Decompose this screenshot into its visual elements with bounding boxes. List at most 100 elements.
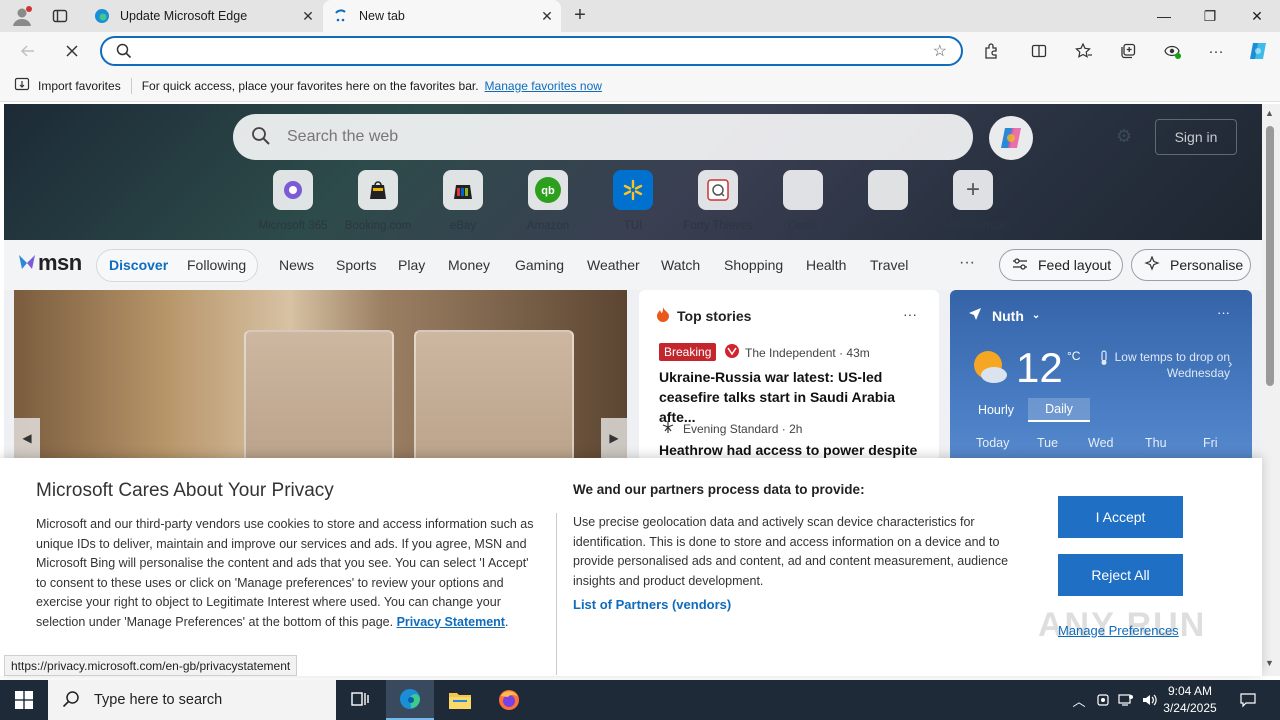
carousel-next-button[interactable]: ▶ [601, 418, 627, 458]
story-headline[interactable]: Ukraine-Russia war latest: US-led ceasef… [659, 367, 921, 427]
nav-more-button[interactable]: ··· [959, 254, 975, 272]
ebay-icon [443, 170, 483, 210]
shortcut-label: Add shortcut [940, 220, 1006, 232]
shortcut-forty-thieves[interactable]: Forty Thieves [673, 170, 763, 232]
browser-essentials-icon[interactable] [1159, 39, 1185, 63]
divider [556, 513, 557, 675]
more-menu-icon[interactable]: ··· [1203, 39, 1229, 63]
scroll-down-icon[interactable]: ▼ [1265, 658, 1274, 668]
nav-money[interactable]: Money [448, 257, 490, 273]
minimize-button[interactable]: — [1141, 0, 1187, 32]
partners-list-link[interactable]: List of Partners (vendors) [573, 597, 731, 612]
taskbar-search-placeholder: Type here to search [94, 692, 223, 708]
nav-news[interactable]: News [279, 257, 314, 273]
shortcut-label: eBay [449, 220, 477, 232]
nav-watch[interactable]: Watch [661, 257, 700, 273]
shortcut-deals[interactable]: Deals [758, 170, 848, 232]
task-view-button[interactable] [336, 680, 384, 720]
extensions-icon[interactable] [978, 39, 1004, 63]
chevron-up-icon[interactable]: ︿ [1069, 691, 1089, 709]
address-bar[interactable]: ☆ [100, 36, 963, 66]
scrollbar-thumb[interactable] [1266, 126, 1274, 386]
privacy-statement-link[interactable]: Privacy Statement [397, 615, 505, 629]
start-button[interactable] [0, 680, 48, 720]
taskbar-firefox[interactable] [485, 680, 533, 720]
shortcut-ebay[interactable]: eBay [418, 170, 508, 232]
web-search-box[interactable]: Search the web [233, 114, 973, 160]
weather-day: Today [976, 436, 1010, 450]
manage-preferences-link[interactable]: Manage Preferences [1058, 623, 1179, 638]
feed-layout-label: Feed layout [1038, 257, 1112, 273]
shortcut-tui[interactable]: TUI [588, 170, 678, 232]
personalise-button[interactable]: Personalise [1131, 249, 1251, 281]
shortcut-microsoft-365[interactable]: Microsoft 365 [248, 170, 338, 232]
taskbar-clock[interactable]: 9:04 AM 3/24/2025 [1160, 683, 1220, 717]
taskbar-file-explorer[interactable] [436, 680, 484, 720]
accept-button[interactable]: I Accept [1058, 496, 1183, 538]
import-favorites-button[interactable]: Import favorites [14, 76, 121, 95]
sign-in-button[interactable]: Sign in [1155, 119, 1237, 155]
copilot-button[interactable] [989, 116, 1033, 160]
carousel-prev-button[interactable]: ◀ [14, 418, 40, 458]
amazon-icon: qb [528, 170, 568, 210]
weather-tab-hourly[interactable]: Hourly [966, 398, 1026, 422]
nav-play[interactable]: Play [398, 257, 425, 273]
add-shortcut-button[interactable]: + Add shortcut [928, 170, 1018, 232]
shortcut-linkedin[interactable]: LinkedIn [843, 170, 933, 232]
nav-shopping[interactable]: Shopping [724, 257, 783, 273]
tab-close-icon[interactable]: ✕ [294, 8, 322, 25]
network-device-icon[interactable] [1093, 691, 1113, 709]
tab-close-icon[interactable]: ✕ [533, 8, 561, 25]
profile-icon[interactable] [10, 4, 34, 28]
nav-weather[interactable]: Weather [587, 257, 640, 273]
msn-logo[interactable]: msn [16, 250, 82, 276]
reject-all-button[interactable]: Reject All [1058, 554, 1183, 596]
restore-button[interactable]: ❐ [1187, 0, 1233, 32]
shortcut-amazon[interactable]: qb Amazon [503, 170, 593, 232]
settings-gear-icon[interactable]: ⚙ [1116, 126, 1132, 147]
shortcut-booking[interactable]: Booking.com [333, 170, 423, 232]
chevron-right-icon[interactable]: › [1228, 356, 1232, 371]
favorites-icon[interactable] [1071, 39, 1097, 63]
copilot-icon[interactable] [1245, 39, 1271, 63]
feed-layout-button[interactable]: Feed layout [999, 249, 1123, 281]
split-screen-icon[interactable] [1026, 39, 1052, 63]
privacy-body-text: Microsoft and our third-party vendors us… [36, 517, 534, 629]
nav-health[interactable]: Health [806, 257, 846, 273]
hero-news-card[interactable]: ◀ ▶ [14, 290, 627, 470]
new-tab-button[interactable]: + [568, 4, 592, 28]
taskbar-edge[interactable] [386, 680, 434, 720]
tab-new-tab[interactable]: New tab ✕ [323, 0, 561, 32]
tab-discover[interactable]: Discover [109, 257, 168, 273]
story-headline[interactable]: Heathrow had access to power despite [659, 440, 921, 460]
favorite-star-icon[interactable]: ☆ [933, 41, 947, 61]
scroll-up-icon[interactable]: ▲ [1265, 108, 1274, 118]
collections-icon[interactable] [1115, 39, 1141, 63]
personalise-label: Personalise [1170, 257, 1244, 273]
close-window-button[interactable]: ✕ [1234, 0, 1280, 32]
network-icon[interactable] [1116, 691, 1136, 709]
taskbar-search-box[interactable]: Type here to search [48, 680, 336, 720]
clock-date: 3/24/2025 [1163, 701, 1217, 715]
volume-icon[interactable] [1140, 691, 1160, 709]
manage-favorites-link[interactable]: Manage favorites now [485, 79, 602, 93]
nav-sports[interactable]: Sports [336, 257, 376, 273]
stop-loading-button[interactable] [58, 38, 86, 64]
tab-update-edge[interactable]: Update Microsoft Edge ✕ [84, 0, 322, 32]
msn-logo-text: msn [38, 250, 82, 275]
story-source-text: The Independent · 43m [745, 345, 870, 360]
weather-tab-daily[interactable]: Daily [1028, 398, 1090, 422]
nav-gaming[interactable]: Gaming [515, 257, 564, 273]
nav-travel[interactable]: Travel [870, 257, 908, 273]
weather-location[interactable]: Nuth ⌄ [968, 307, 1040, 324]
thermometer-icon [1100, 350, 1108, 369]
notifications-icon[interactable] [1238, 691, 1258, 709]
tab-actions-icon[interactable] [48, 4, 72, 28]
weather-unit[interactable]: °C [1067, 349, 1080, 363]
tab-following[interactable]: Following [187, 257, 246, 273]
top-stories-more-button[interactable]: ··· [903, 306, 917, 322]
vertical-scrollbar[interactable]: ▲ ▼ [1262, 104, 1280, 676]
edge-icon [94, 8, 110, 24]
back-button[interactable] [14, 38, 42, 64]
weather-more-button[interactable]: ··· [1217, 305, 1230, 320]
